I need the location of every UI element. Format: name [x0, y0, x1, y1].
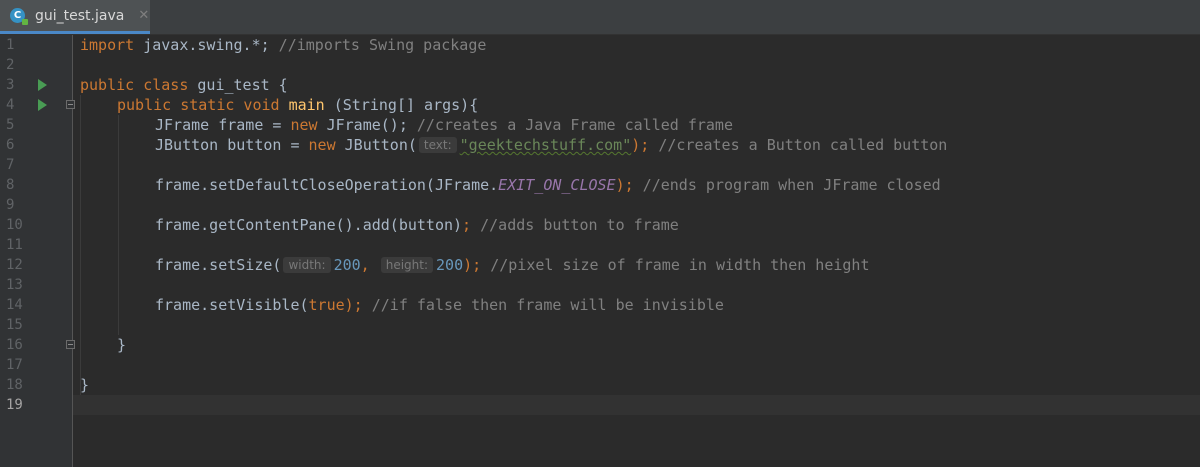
code-line-18: } — [80, 376, 90, 394]
line-number: 17 — [6, 357, 23, 373]
fold-icon[interactable] — [66, 340, 75, 349]
gutter-line-6: 6 — [0, 135, 72, 155]
parameter-hint-text: text: — [418, 137, 457, 153]
line-number: 8 — [6, 177, 15, 193]
gutter-line-19: 19 — [0, 395, 72, 415]
line-number: 5 — [6, 117, 15, 133]
code-line-6: JButton button = new JButton(text: "geekt… — [155, 136, 948, 154]
close-icon[interactable]: ✕ — [138, 8, 149, 23]
line-number: 11 — [6, 237, 23, 253]
gutter-line-8: 8 — [0, 175, 72, 195]
line-number: 6 — [6, 137, 15, 153]
parameter-hint-height: height: — [380, 257, 434, 273]
tab-gui-test-java[interactable]: C gui_test.java ✕ — [0, 0, 150, 34]
gutter-line-2: 2 — [0, 55, 72, 75]
indent-guide — [118, 115, 119, 335]
code-line-1: import javax.swing.*; //imports Swing pa… — [80, 36, 487, 54]
line-number: 18 — [6, 377, 23, 393]
gutter-line-11: 11 — [0, 235, 72, 255]
gutter-line-5: 5 — [0, 115, 72, 135]
line-number: 1 — [6, 37, 15, 53]
gutter-line-15: 15 — [0, 315, 72, 335]
gutter-line-16: 16 — [0, 335, 75, 355]
gutter-line-12: 12 — [0, 255, 72, 275]
gutter-line-14: 14 — [0, 295, 72, 315]
line-number: 15 — [6, 317, 23, 333]
code-line-12: frame.setSize(width: 200, height: 200); //… — [155, 256, 870, 274]
code-line-14: frame.setVisible(true); //if false then … — [155, 296, 724, 314]
line-number: 13 — [6, 277, 23, 293]
gutter-line-18: 18 — [0, 375, 72, 395]
gutter-line-7: 7 — [0, 155, 72, 175]
gutter-line-13: 13 — [0, 275, 72, 295]
line-number: 4 — [6, 97, 15, 113]
gutter-line-3: 3 — [0, 75, 72, 95]
editor-tab-bar: C gui_test.java ✕ — [0, 0, 1200, 35]
code-line-3: public class gui_test { — [80, 76, 288, 94]
line-number: 12 — [6, 257, 23, 273]
line-number: 19 — [6, 397, 23, 413]
gutter-line-4: 4 — [0, 95, 75, 115]
current-line-highlight — [73, 395, 1200, 415]
gutter-line-1: 1 — [0, 35, 72, 55]
tab-label: gui_test.java — [35, 7, 125, 24]
code-line-5: JFrame frame = new JFrame(); //creates a… — [155, 116, 733, 134]
parameter-hint-width: width: — [283, 257, 331, 273]
gutter-line-10: 10 — [0, 215, 72, 235]
line-number: 10 — [6, 217, 23, 233]
code-line-8: frame.setDefaultCloseOperation(JFrame.EX… — [155, 176, 941, 194]
run-icon[interactable] — [38, 79, 47, 91]
line-number: 14 — [6, 297, 23, 313]
run-icon[interactable] — [38, 99, 47, 111]
gutter-line-17: 17 — [0, 355, 72, 375]
indent-guide — [80, 95, 81, 395]
code-line-10: frame.getContentPane().add(button); //ad… — [155, 216, 679, 234]
line-number: 3 — [6, 77, 15, 93]
fold-icon[interactable] — [66, 100, 75, 109]
line-number: 7 — [6, 157, 15, 173]
java-class-icon: C — [10, 8, 28, 25]
code-line-4: public static void main (String[] args){ — [117, 96, 479, 114]
line-number: 9 — [6, 197, 15, 213]
line-number: 2 — [6, 57, 15, 73]
gutter-line-9: 9 — [0, 195, 72, 215]
line-number: 16 — [6, 337, 23, 353]
code-line-16: } — [117, 336, 127, 354]
